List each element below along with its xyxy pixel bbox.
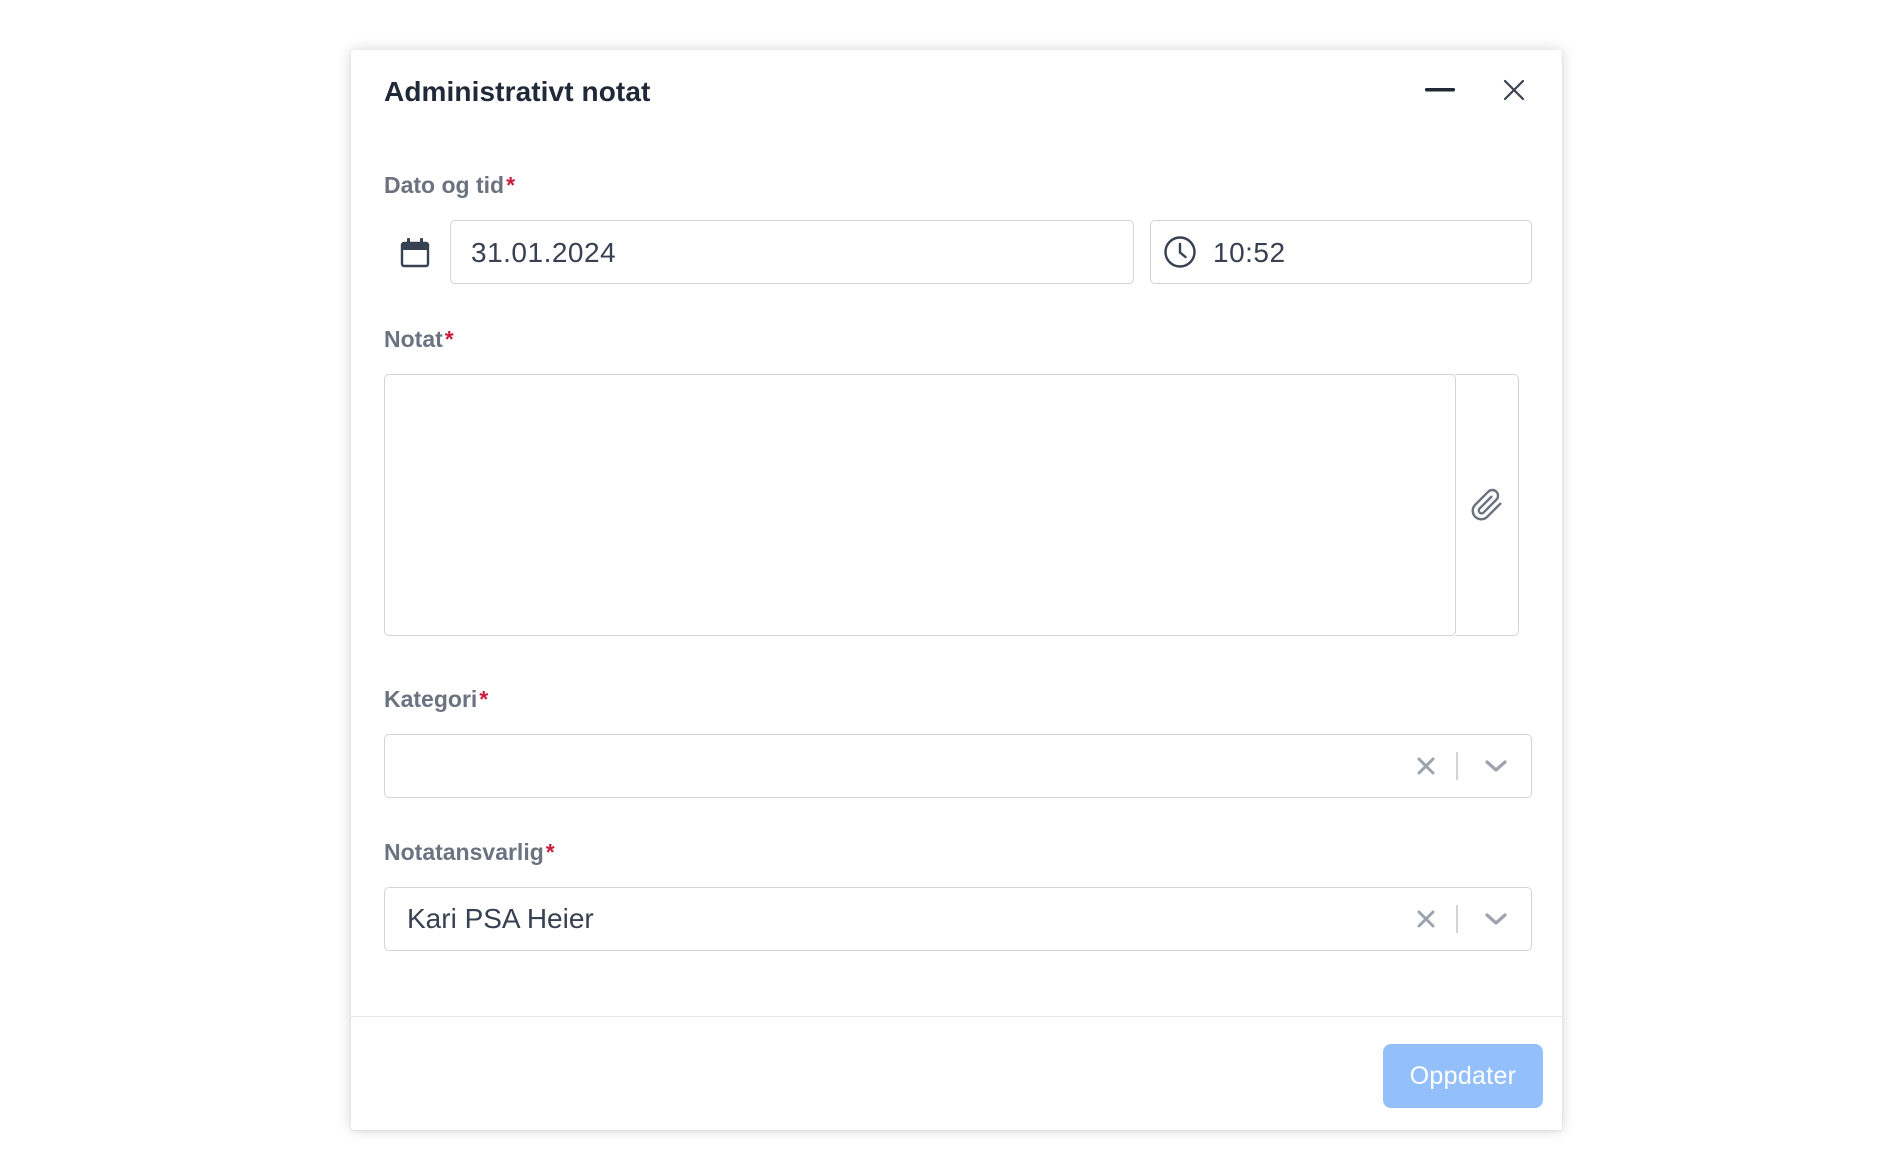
category-label: Kategori* [384, 686, 489, 712]
datetime-label: Dato og tid* [384, 172, 516, 198]
required-asterisk: * [506, 172, 516, 198]
clear-x-icon [1417, 757, 1435, 775]
note-textarea-field[interactable] [384, 374, 1456, 636]
chevron-down-icon [1485, 760, 1507, 772]
required-asterisk: * [545, 839, 555, 865]
category-dropdown-button[interactable] [1479, 751, 1513, 781]
clock-icon [1164, 236, 1196, 268]
date-input[interactable] [469, 221, 1113, 285]
responsible-label: Notatansvarlig* [384, 839, 555, 865]
administrative-note-dialog: Administrativt notat Dato og tid* Notat* [351, 50, 1562, 1130]
clear-x-icon [1417, 910, 1435, 928]
select-separator [1456, 905, 1458, 933]
responsible-dropdown-button[interactable] [1479, 904, 1513, 934]
attach-button[interactable] [1455, 374, 1519, 636]
date-field[interactable] [450, 220, 1134, 285]
footer-divider [351, 1016, 1562, 1017]
calendar-icon[interactable] [400, 237, 430, 269]
update-button[interactable]: Oppdater [1383, 1044, 1543, 1108]
note-textarea[interactable] [399, 387, 1443, 625]
category-select[interactable] [384, 734, 1532, 798]
time-field[interactable] [1150, 220, 1532, 285]
time-input[interactable] [1211, 221, 1515, 285]
required-asterisk: * [479, 686, 489, 712]
minus-icon [1425, 88, 1455, 92]
responsible-clear-button[interactable] [1411, 904, 1441, 934]
paperclip-icon [1471, 488, 1502, 521]
responsible-value: Kari PSA Heier [407, 903, 594, 934]
close-button[interactable] [1492, 68, 1536, 112]
dialog-title: Administrativt notat [384, 76, 651, 107]
minimize-button[interactable] [1418, 68, 1462, 112]
note-label: Notat* [384, 326, 454, 352]
select-separator [1456, 752, 1458, 780]
category-clear-button[interactable] [1411, 751, 1441, 781]
required-asterisk: * [444, 326, 454, 352]
chevron-down-icon [1485, 913, 1507, 925]
close-icon [1503, 79, 1525, 101]
responsible-select[interactable]: Kari PSA Heier [384, 887, 1532, 951]
